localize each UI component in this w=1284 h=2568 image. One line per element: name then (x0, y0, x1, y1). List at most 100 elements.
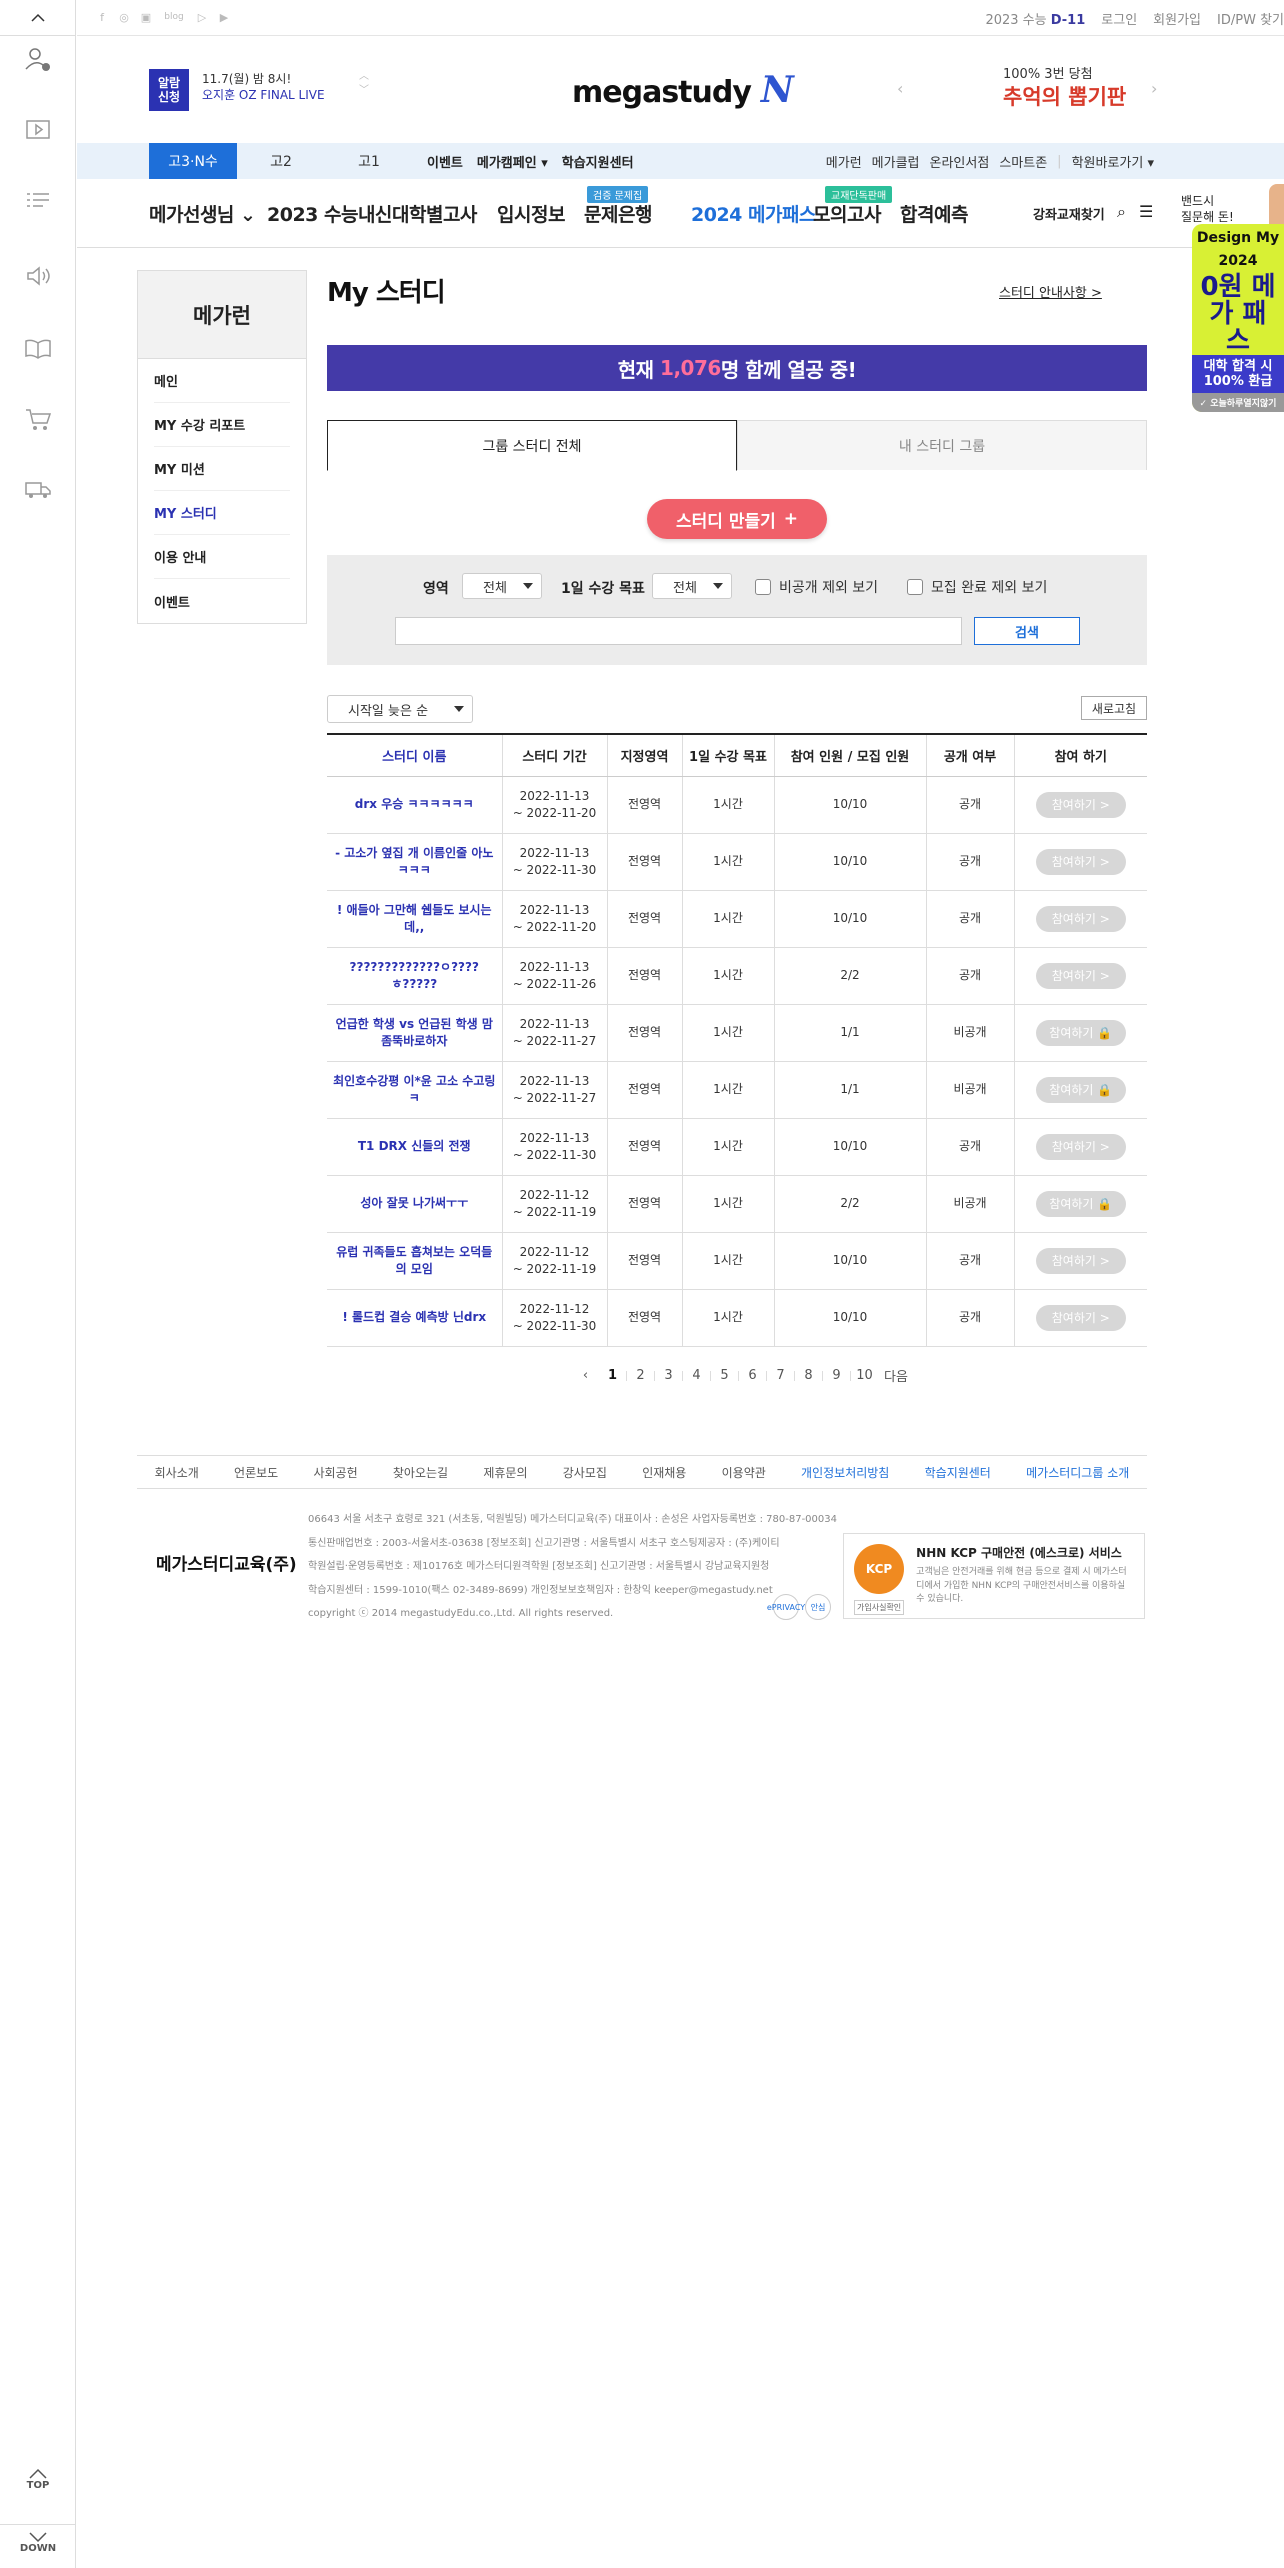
footer-link[interactable]: 인재채용 (642, 1464, 686, 1481)
side-menu-mission[interactable]: MY 미션 (154, 447, 290, 491)
footer-link[interactable]: 학습지원센터 (925, 1464, 991, 1481)
instagram-icon[interactable]: ◎ (117, 10, 131, 24)
join-button[interactable]: 참여하기 > (1035, 848, 1126, 875)
page-link[interactable]: 5 (711, 1368, 738, 1383)
tab-grade3[interactable]: 고3·N수 (149, 143, 237, 179)
delivery-truck-icon[interactable] (22, 473, 54, 505)
speaker-icon[interactable] (22, 260, 54, 292)
support-center-link[interactable]: 학습지원센터 (562, 152, 634, 171)
youtube-icon[interactable]: ▶ (217, 10, 231, 24)
join-button[interactable]: 참여하기 > (1035, 962, 1126, 989)
nav-pass-predict[interactable]: 합격예측 (900, 200, 968, 227)
page-link[interactable]: 2 (627, 1368, 654, 1383)
join-button[interactable]: 참여하기 > (1035, 905, 1126, 932)
menu-icon[interactable]: ☰ (1139, 202, 1153, 221)
tab-grade1[interactable]: 고1 (325, 143, 413, 179)
join-button[interactable]: 참여하기 > (1035, 791, 1126, 818)
side-menu-report[interactable]: MY 수강 리포트 (154, 403, 290, 447)
exclude-done-checkbox[interactable]: 모집 완료 제외 보기 (907, 577, 1047, 597)
study-name[interactable]: ! 롤드컵 결승 예측방 닌drx (327, 1289, 502, 1347)
sort-select[interactable]: 시작일 늦은 순 (327, 695, 473, 723)
study-name[interactable]: drx 우승 ㅋㅋㅋㅋㅋㅋ (327, 776, 502, 834)
join-button[interactable]: 참여하기 > (1035, 1247, 1126, 1274)
prev-page-icon[interactable]: ‹ (572, 1368, 599, 1383)
footer-link[interactable]: 메가스터디그룹 소개 (1026, 1464, 1129, 1481)
scroll-top-button[interactable]: TOP (0, 2468, 76, 2491)
study-name[interactable]: 최인호수강평 이*윤 고소 수고링ㅋ (327, 1061, 502, 1119)
join-button[interactable]: 참여하기 🔒 (1035, 1190, 1126, 1217)
megalearn-link[interactable]: 메가런 (826, 152, 862, 171)
study-name[interactable]: 성아 잘못 나가써ㅜㅜ (327, 1175, 502, 1233)
checkbox-box[interactable] (907, 579, 923, 595)
side-menu-guide[interactable]: 이용 안내 (154, 535, 290, 579)
footer-link[interactable]: 제휴문의 (483, 1464, 527, 1481)
footer-link[interactable]: 회사소개 (155, 1464, 199, 1481)
study-name[interactable]: ! 애들아 그만해 쉡들도 보시는데,, (327, 890, 502, 948)
megaclub-link[interactable]: 메가클럽 (872, 152, 920, 171)
chevron-down-icon[interactable]: ﹀ (359, 84, 369, 98)
book-icon[interactable] (22, 332, 54, 364)
promo-image[interactable] (924, 61, 992, 113)
join-button[interactable]: 참여하기 > (1035, 1304, 1126, 1331)
join-button[interactable]: 참여하기 🔒 (1035, 1019, 1126, 1046)
exclude-private-checkbox[interactable]: 비공개 제외 보기 (755, 577, 878, 597)
page-link[interactable]: 8 (795, 1368, 822, 1383)
scroll-down-button[interactable]: DOWN (0, 2524, 76, 2554)
blog-icon[interactable]: blog (161, 10, 187, 24)
area-select[interactable]: 전체 (462, 573, 542, 599)
academy-link[interactable]: 학원바로가기 ▾ (1072, 152, 1154, 171)
page-link[interactable]: 6 (739, 1368, 766, 1383)
create-study-button[interactable]: 스터디 만들기 + (647, 499, 827, 539)
alarm-signup-button[interactable]: 알람 신청 (149, 69, 189, 111)
checklist-icon[interactable] (22, 185, 54, 217)
study-name[interactable]: - 고소가 옆집 개 이름인줄 아노ㅋㅋㅋ (327, 833, 502, 891)
kcp-verify-button[interactable]: 가입사실확인 (854, 1600, 905, 1615)
page-link[interactable]: 9 (823, 1368, 850, 1383)
search-icon[interactable]: ⌕ (1117, 202, 1126, 222)
page-link[interactable]: 7 (767, 1368, 794, 1383)
nav-mock-exam[interactable]: 모의고사 (813, 200, 881, 227)
goal-select[interactable]: 전체 (652, 573, 732, 599)
nav-teachers[interactable]: 메가선생님 ⌄ (149, 200, 256, 227)
study-name[interactable]: ?????????????ㅇ????ㅎ????? (327, 947, 502, 1005)
page-link[interactable]: 3 (655, 1368, 682, 1383)
banner-close-today[interactable]: ✓ 오늘하루열지않기 (1192, 393, 1284, 412)
play-icon[interactable]: ▷ (195, 10, 209, 24)
promo-prev-arrow-icon[interactable]: ‹ (897, 79, 903, 98)
facebook-icon[interactable]: f (95, 10, 109, 24)
megapass-side-banner[interactable]: Design My 2024 0원 메가 패스 대학 합격 시 100% 환급 ✓… (1192, 224, 1284, 412)
promo-banner[interactable]: 100% 3번 당첨 추억의 뽑기판 (1003, 67, 1126, 111)
page-link[interactable]: 4 (683, 1368, 710, 1383)
smartzone-link[interactable]: 스마트존 (999, 152, 1047, 171)
tab-grade2[interactable]: 고2 (237, 143, 325, 179)
promo-next-arrow-icon[interactable]: › (1151, 79, 1157, 98)
refresh-button[interactable]: 새로고침 (1081, 696, 1147, 720)
course-search-link[interactable]: 강좌교재찾기 (1033, 204, 1105, 223)
side-menu-event[interactable]: 이벤트 (154, 579, 290, 623)
event-link[interactable]: 이벤트 (427, 152, 463, 171)
search-input[interactable] (395, 617, 962, 645)
study-name[interactable]: 언급한 학생 vs 언급된 학생 맘좀뚝바로하자 (327, 1004, 502, 1062)
side-promo-text[interactable]: 밴드시 질문해 돈! (1181, 194, 1234, 225)
side-menu-study[interactable]: MY 스터디 (154, 491, 290, 535)
next-page-link[interactable]: 다음 (878, 1366, 914, 1385)
kakao-icon[interactable]: ▣ (139, 10, 153, 24)
tab-all-groups[interactable]: 그룹 스터디 전체 (327, 420, 737, 471)
campaign-link[interactable]: 메가캠페인 ▾ (477, 152, 548, 171)
study-guide-link[interactable]: 스터디 안내사항 > (999, 282, 1102, 301)
find-idpw-link[interactable]: ID/PW 찾기 (1217, 9, 1284, 28)
footer-link[interactable]: 이용약관 (722, 1464, 766, 1481)
chevron-up-icon[interactable]: ︿ (359, 70, 369, 84)
site-logo[interactable]: megastudy N (572, 69, 794, 111)
bookstore-link[interactable]: 온라인서점 (930, 152, 990, 171)
login-link[interactable]: 로그인 (1101, 9, 1137, 28)
tab-my-groups[interactable]: 내 스터디 그룹 (737, 420, 1147, 470)
video-icon[interactable] (22, 113, 54, 145)
join-button[interactable]: 참여하기 > (1035, 1133, 1126, 1160)
checkbox-box[interactable] (755, 579, 771, 595)
footer-link[interactable]: 강사모집 (563, 1464, 607, 1481)
join-button[interactable]: 참여하기 🔒 (1035, 1076, 1126, 1103)
cart-icon[interactable] (22, 403, 54, 435)
nav-admission[interactable]: 입시정보 (497, 200, 565, 227)
search-button[interactable]: 검색 (974, 617, 1080, 645)
